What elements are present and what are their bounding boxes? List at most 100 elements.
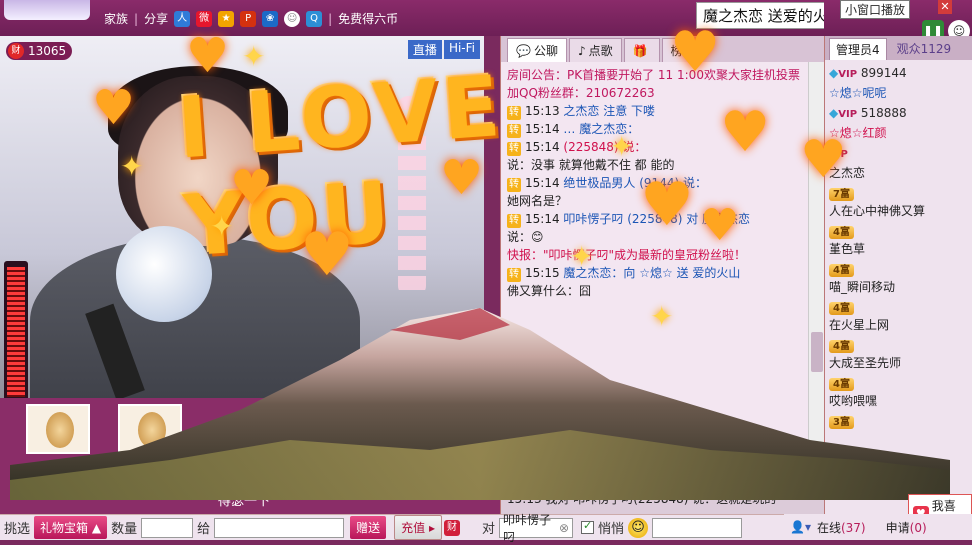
repost-icon[interactable]: 转 [507,214,521,228]
renren-icon[interactable]: 人 [174,10,191,27]
kaixin-icon[interactable]: ☺ [284,10,301,27]
music-icon: ♪ [577,43,586,58]
recipient-input[interactable] [214,517,345,538]
tab-ranking[interactable]: 榜 [661,38,692,62]
repost-icon[interactable]: 转 [507,124,521,138]
mini-window-button[interactable]: 小窗口播放 [840,0,911,19]
family-link[interactable]: 家族 [104,10,128,27]
scrollbar-thumb[interactable] [811,332,823,372]
repost-icon[interactable]: 转 [507,106,521,120]
chat-message: 说：😊 [507,230,544,244]
user-row[interactable]: 4富 大成至圣先师 [829,336,968,372]
divider: | [134,11,139,26]
top-links: 家族 | 分享 人 微 ★ P ❀ ☺ Q | 免费得六币 [104,10,398,27]
tab-public-chat[interactable]: 💬 公聊 [507,38,567,62]
gift-box-button[interactable]: 礼物宝箱 ▲ [34,516,108,539]
user-name: 哎哟喂嘿 [829,394,878,408]
chat-bubble-icon: 💬 [516,43,531,58]
user-row[interactable]: ◆VIP 518888 ☆熄☆红颜 [829,104,968,142]
online-label: 在线 [816,520,841,535]
close-icon[interactable]: ✕ [938,0,952,14]
video-person-face [118,76,278,246]
user-sub: ☆熄☆红颜 [829,126,887,140]
chat-message: 转 15:14 (225848) 说： [507,138,803,156]
chat-time: 15:14 [525,140,560,154]
gift-area: 得瑟一下 [0,398,500,514]
weibo-icon[interactable]: 微 [196,10,213,27]
quantity-input[interactable] [141,517,194,538]
chat-message: 转 15:14 叩咔愣子叼 (225848) 对 魔之杰恋 [507,210,803,228]
user-row[interactable]: 4富在火星上网 [829,298,968,334]
online-tab[interactable]: 在线(37) [817,519,866,536]
chat-announcement: 房间公告：PK首播要开始了 11 1:00欢聚大家挂机投票 加QQ粉丝群：210… [507,66,803,102]
recharge-button[interactable]: 充值 ▸ [394,515,442,540]
live-tags: 直播 Hi-Fi [407,40,480,59]
whisper-checkbox[interactable] [581,519,594,534]
chat-scrollbar[interactable] [808,62,824,486]
apply-label: 申请 [885,520,910,535]
free-coins-link[interactable]: 免费得六币 [338,10,398,27]
apply-tab[interactable]: 申请(0) [886,519,927,536]
wealth-level-badge: 4富 [829,226,854,239]
emoji-icon[interactable]: ☺ [628,517,649,538]
tab-admins[interactable]: 管理员4 [829,38,887,60]
chat-message: 转 15:14 … 魔之杰恋： [507,120,803,138]
gift-box-label: 礼物宝箱 [40,521,89,535]
user-name: 大成至圣先师 [829,356,902,370]
paw-icon[interactable]: ❀ [262,10,279,27]
star-icon[interactable]: ★ [218,10,235,27]
tab-label: 点歌 [588,44,613,58]
pengyou-icon[interactable]: P [240,10,257,27]
tab-label: 榜 [670,44,683,58]
chat-input[interactable] [652,517,743,538]
hifi-label[interactable]: Hi-Fi [443,40,480,59]
user-row[interactable]: 4富 喵_瞬间移动 [829,260,968,296]
repost-icon[interactable]: 转 [507,178,521,192]
user-row[interactable]: ◆VIP 899144 ☆熄☆呢呢 [829,64,968,102]
tab-audience[interactable]: 观众1129 [891,38,958,60]
user-avatar-strip[interactable] [4,0,90,20]
user-row[interactable]: 7富 人在心中神佛又算 [829,184,968,220]
user-menu-icon[interactable]: 👤▾ [790,520,811,534]
tab-song-request[interactable]: ♪ 点歌 [568,38,622,62]
top-bar: 家族 | 分享 人 微 ★ P ❀ ☺ Q | 免费得六币 [0,0,500,36]
chat-time: 15:13 [525,104,560,118]
repost-icon[interactable]: 转 [507,142,521,156]
chat-text: (225848) 说： [563,140,647,154]
clear-icon[interactable]: ⊗ [559,521,569,535]
gift-thumbnail[interactable] [118,404,182,454]
diamond-icon: ◆ [829,66,839,80]
gift-thumbnail[interactable] [26,404,90,454]
viewer-counter: 财 13065 [6,42,73,60]
qzone-icon[interactable]: Q [306,10,323,27]
send-gift-button[interactable]: 赠送 [350,516,387,539]
user-row[interactable]: 4富 堇色草 [829,222,968,258]
volume-meter[interactable]: 🎙 [4,261,28,398]
to-target-label: 对 [481,522,495,537]
mini-window-label: 小窗口播放 [845,3,906,17]
live-label: 直播 [407,40,442,59]
pick-label: 挑选 [4,522,31,537]
user-list-panel: 管理员4 观众1129 ◆VIP 899144 ☆熄☆呢呢 ◆VIP 518888… [824,36,972,514]
live-video[interactable]: 财 13065 直播 Hi-Fi 🎙 [0,36,484,398]
user-row[interactable]: VIP 之杰恋 [829,144,968,182]
video-microphone [116,226,212,322]
wealth-level-badge: 4富 [829,378,854,391]
announcement-text: 房间公告：PK首播要开始了 11 1:00欢聚大家挂机投票 加QQ粉丝群：210… [507,68,800,100]
wealth-icon[interactable]: 财 [443,519,460,536]
user-row[interactable]: 3富 [829,412,968,430]
repost-icon[interactable]: 转 [507,268,521,282]
chat-target-select[interactable]: 叩咔愣子叼 ⊗ [499,513,573,544]
user-sub: ☆熄☆呢呢 [829,86,887,100]
user-name: 在火星上网 [829,318,890,332]
gift-icon: 🎁 [632,43,648,58]
chat-text: 绝世极品男人 (9144) 说： [563,176,707,190]
chat-time: 15:14 [525,212,560,226]
user-name: 喵_瞬间移动 [829,280,896,294]
user-row[interactable]: 4富哎哟喂嘿 [829,374,968,410]
chat-text: 魔之杰恋：向 ☆熄☆ 送 爱的火山 [563,266,741,280]
chat-time: 15:14 [525,122,560,136]
chat-time: 15:15 [525,266,560,280]
tab-gifts[interactable]: 🎁 [623,38,660,62]
wealth-level-badge: 4富 [829,302,854,315]
